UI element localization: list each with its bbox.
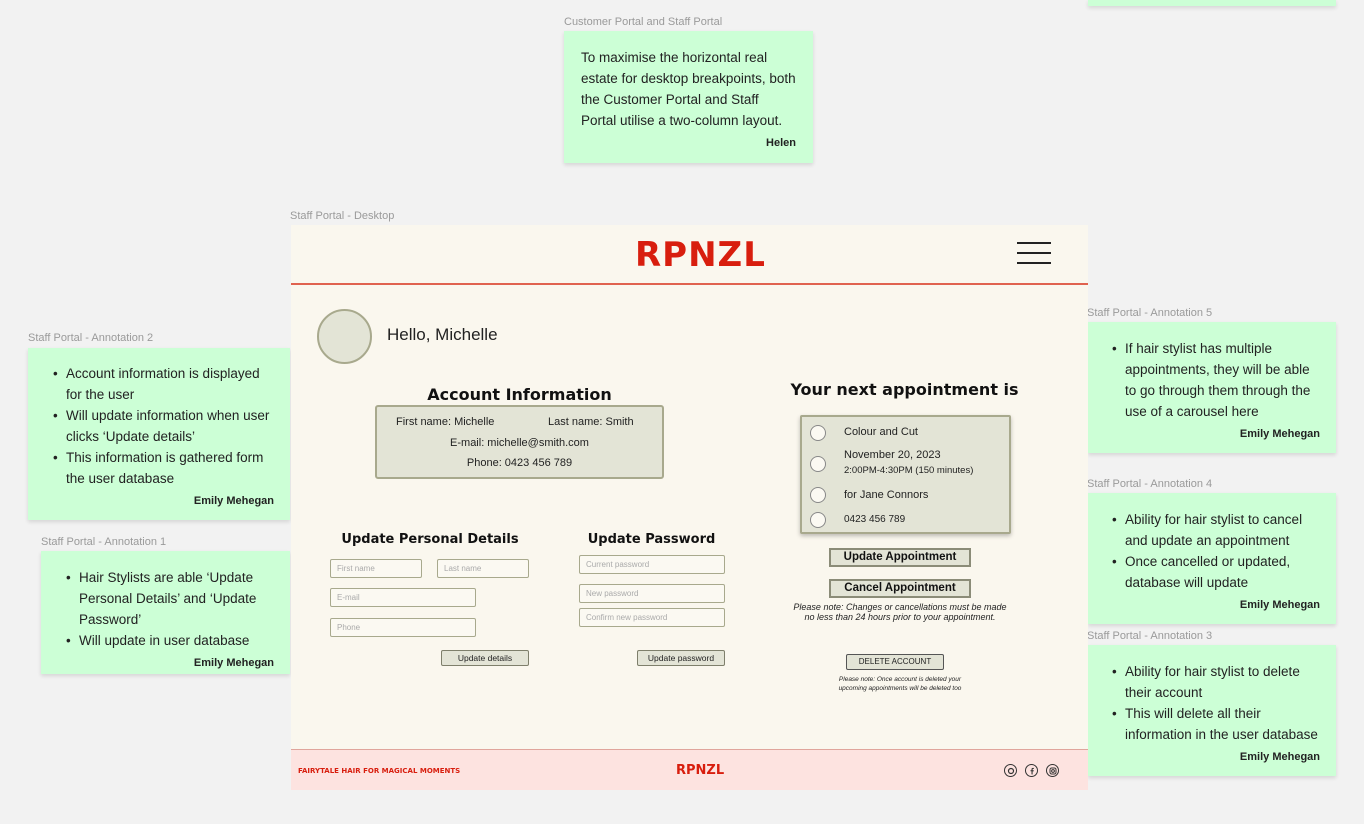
appointment-service: Colour and Cut bbox=[844, 426, 918, 438]
sticky-note-annotation-5: If hair stylist has multiple appointment… bbox=[1088, 322, 1336, 453]
delete-note: Please note: Once account is deleted you… bbox=[771, 675, 1029, 693]
update-details-button[interactable]: Update details bbox=[441, 650, 529, 666]
facebook-icon[interactable] bbox=[1025, 764, 1038, 777]
note-author: Emily Mehegan bbox=[1239, 751, 1320, 763]
current-password-field[interactable]: Current password bbox=[579, 555, 725, 574]
frame-label-annotation-5: Staff Portal - Annotation 5 bbox=[1087, 307, 1213, 319]
sticky-note-annotation-2: Account information is displayed for the… bbox=[28, 348, 290, 520]
brand-logo[interactable]: RPNZL bbox=[635, 235, 766, 275]
footer-tagline: FAIRYTALE HAIR FOR MAGICAL MOMENTS bbox=[298, 767, 461, 775]
cancellation-note: Please note: Changes or cancellations mu… bbox=[771, 602, 1029, 622]
appointment-card[interactable]: Colour and Cut November 20, 2023 2:00PM-… bbox=[800, 415, 1011, 534]
update-personal-details-title: Update Personal Details bbox=[341, 532, 519, 547]
hamburger-menu-icon[interactable] bbox=[1017, 242, 1051, 264]
radio-client[interactable] bbox=[810, 487, 826, 503]
note-author: Emily Mehegan bbox=[193, 495, 274, 507]
sticky-note-partial bbox=[1088, 0, 1336, 6]
frame-label-annotation-3: Staff Portal - Annotation 3 bbox=[1087, 630, 1213, 642]
note-author: Emily Mehegan bbox=[193, 657, 274, 669]
cancellation-note-line: Please note: Changes or cancellations mu… bbox=[793, 602, 1007, 612]
last-name-field[interactable]: Last name bbox=[437, 559, 529, 578]
site-footer: FAIRYTALE HAIR FOR MAGICAL MOMENTS RPNZL bbox=[291, 749, 1088, 790]
staff-portal-frame: RPNZL Hello, Michelle Account Informatio… bbox=[291, 225, 1088, 790]
update-password-button[interactable]: Update password bbox=[637, 650, 725, 666]
account-first-name: First name: Michelle bbox=[396, 416, 495, 428]
note-item: Once cancelled or updated, database will… bbox=[1112, 551, 1320, 593]
account-info-box: First name: Michelle Last name: Smith E-… bbox=[375, 405, 664, 479]
greeting: Hello, Michelle bbox=[387, 325, 498, 344]
frame-label-customer-staff: Customer Portal and Staff Portal bbox=[564, 16, 723, 28]
update-appointment-button[interactable]: Update Appointment bbox=[829, 548, 971, 567]
frame-label-annotation-2: Staff Portal - Annotation 2 bbox=[28, 332, 154, 344]
note-item: Will update information when user clicks… bbox=[53, 405, 274, 447]
phone-field[interactable]: Phone bbox=[330, 618, 476, 637]
sticky-note-author: Helen bbox=[766, 137, 796, 149]
avatar[interactable] bbox=[317, 309, 372, 364]
note-author: Emily Mehegan bbox=[1239, 599, 1320, 611]
note-item: Will update in user database bbox=[66, 630, 274, 651]
update-password-title: Update Password bbox=[587, 532, 716, 547]
sticky-note-layout: To maximise the horizontal real estate f… bbox=[564, 31, 813, 163]
note-item: If hair stylist has multiple appointment… bbox=[1112, 338, 1320, 422]
frame-label-staff-desktop: Staff Portal - Desktop bbox=[290, 210, 395, 222]
sticky-note-text: To maximise the horizontal real estate f… bbox=[581, 50, 796, 128]
first-name-field[interactable]: First name bbox=[330, 559, 422, 578]
note-item: This information is gathered form the us… bbox=[53, 447, 274, 489]
note-item: This will delete all their information i… bbox=[1112, 703, 1320, 745]
delete-note-line: upcoming appointments will be deleted to… bbox=[838, 685, 962, 692]
pinterest-icon[interactable] bbox=[1004, 764, 1017, 777]
account-info-title: Account Information bbox=[427, 385, 612, 404]
note-item: Ability for hair stylist to cancel and u… bbox=[1112, 509, 1320, 551]
cancellation-note-line: no less than 24 hours prior to your appo… bbox=[804, 612, 996, 622]
note-author: Emily Mehegan bbox=[1239, 428, 1320, 440]
note-item: Account information is displayed for the… bbox=[53, 363, 274, 405]
sticky-note-annotation-1: Hair Stylists are able ‘Update Personal … bbox=[41, 551, 290, 674]
radio-date[interactable] bbox=[810, 456, 826, 472]
note-item: Hair Stylists are able ‘Update Personal … bbox=[66, 567, 274, 630]
delete-note-line: Please note: Once account is deleted you… bbox=[838, 676, 962, 683]
sticky-note-annotation-3: Ability for hair stylist to delete their… bbox=[1088, 645, 1336, 776]
frame-label-annotation-1: Staff Portal - Annotation 1 bbox=[41, 536, 167, 548]
account-last-name: Last name: Smith bbox=[548, 416, 634, 428]
instagram-icon[interactable] bbox=[1046, 764, 1059, 777]
new-password-field[interactable]: New password bbox=[579, 584, 725, 603]
frame-label-annotation-4: Staff Portal - Annotation 4 bbox=[1087, 478, 1213, 490]
site-header: RPNZL bbox=[291, 225, 1088, 285]
radio-phone[interactable] bbox=[810, 512, 826, 528]
account-phone: Phone: 0423 456 789 bbox=[466, 457, 573, 469]
cancel-appointment-button[interactable]: Cancel Appointment bbox=[829, 579, 971, 598]
appointment-time: 2:00PM-4:30PM (150 minutes) bbox=[844, 465, 974, 476]
confirm-password-field[interactable]: Confirm new password bbox=[579, 608, 725, 627]
appointment-date: November 20, 2023 bbox=[844, 449, 941, 461]
footer-logo[interactable]: RPNZL bbox=[676, 763, 724, 778]
appointment-phone: 0423 456 789 bbox=[844, 514, 906, 525]
appointment-client: for Jane Connors bbox=[844, 489, 929, 501]
radio-service[interactable] bbox=[810, 425, 826, 441]
email-field[interactable]: E-mail bbox=[330, 588, 476, 607]
note-item: Ability for hair stylist to delete their… bbox=[1112, 661, 1320, 703]
account-email: E-mail: michelle@smith.com bbox=[450, 437, 589, 449]
delete-account-button[interactable]: DELETE ACCOUNT bbox=[846, 654, 944, 670]
sticky-note-annotation-4: Ability for hair stylist to cancel and u… bbox=[1088, 493, 1336, 624]
next-appointment-title: Your next appointment is bbox=[790, 380, 1019, 399]
